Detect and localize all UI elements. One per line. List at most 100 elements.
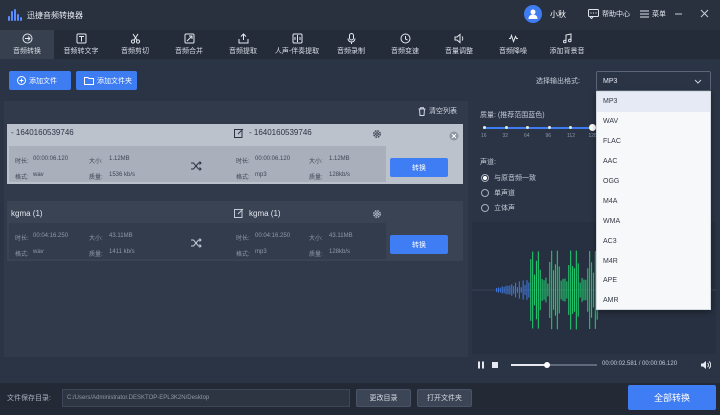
quality-value: 1411 kb/s (109, 249, 135, 255)
remove-icon[interactable] (449, 131, 459, 141)
tab-audio-cut[interactable]: 音频剪切 (108, 30, 162, 59)
tab-add-background-music[interactable]: 添加背景音 (540, 30, 594, 59)
quality-tick-label: 16 (481, 133, 487, 139)
convert-all-button[interactable]: 全部转换 (628, 385, 716, 410)
waveform-bar (589, 250, 591, 330)
waveform-bar (539, 269, 541, 311)
waveform-bar (524, 285, 526, 295)
save-directory-label: 文件保存目录: (7, 395, 51, 402)
edit-icon[interactable] (234, 128, 244, 138)
format-option-wav[interactable]: WAV (597, 112, 710, 132)
quality-tick-label: 112 (567, 133, 575, 139)
out-size-value: 1.12MB (329, 156, 350, 162)
quality-tick[interactable] (504, 126, 508, 129)
waveform-bar (583, 279, 585, 301)
merge-icon (184, 33, 194, 44)
waveform-bar (496, 288, 498, 292)
output-format-select[interactable]: MP3 (596, 71, 711, 91)
file-row[interactable]: kgma (1) kgma (1) 时长: 00:04:16.250 大小: 4… (7, 201, 463, 261)
duration-label: 时长: (15, 236, 29, 242)
tab-noise-reduction[interactable]: 音频降噪 (486, 30, 540, 59)
waveform-bar (503, 286, 505, 294)
waveform-bar (507, 285, 509, 295)
file-row[interactable]: - 1640160539746 - 1640160539746 时长: 00:0… (7, 124, 463, 184)
add-file-button[interactable]: 添加文件 (9, 71, 71, 90)
chat-icon (588, 9, 599, 19)
menu-button[interactable]: 菜单 (640, 9, 666, 19)
change-directory-button[interactable]: 更改目录 (356, 389, 411, 407)
format-option-ogg[interactable]: OGG (597, 172, 710, 192)
radio-icon (481, 204, 489, 212)
save-path-field[interactable]: C:/Users/Administrator.DESKTOP-EPL3K2N/D… (62, 389, 350, 407)
out-quality-value: 128kb/s (329, 249, 351, 255)
channel-option-original[interactable]: 与原音频一致 (481, 173, 536, 183)
tab-audio-to-text[interactable]: 音频转文字 (54, 30, 108, 59)
tab-audio-merge[interactable]: 音频合并 (162, 30, 216, 59)
pause-icon[interactable] (477, 361, 485, 369)
tab-vocal-accompaniment[interactable]: 人声-伴奏提取 (270, 30, 324, 59)
size-label: 大小: (89, 159, 103, 165)
format-option-ape[interactable]: APE (597, 271, 710, 291)
format-option-m4r[interactable]: M4R (597, 251, 710, 271)
clear-list-button[interactable]: 清空列表 (418, 106, 457, 116)
tab-label: 添加背景音 (549, 48, 585, 55)
tab-audio-speed[interactable]: 音频变速 (378, 30, 432, 59)
open-folder-button[interactable]: 打开文件夹 (417, 389, 472, 407)
format-option-ac3[interactable]: AC3 (597, 231, 710, 251)
waveform-bar (556, 250, 558, 330)
quality-tick[interactable] (526, 126, 529, 129)
tab-volume-adjust[interactable]: 音量调整 (432, 30, 486, 59)
waveform-bar (549, 261, 551, 319)
stop-icon[interactable] (491, 361, 499, 369)
channel-option-mono[interactable]: 单声道 (481, 188, 515, 198)
waveform-bar (570, 250, 572, 330)
quality-tick[interactable] (547, 126, 551, 129)
format-option-amr[interactable]: AMR (597, 291, 710, 311)
playback-progress[interactable] (511, 362, 597, 368)
avatar[interactable] (524, 5, 542, 23)
help-center-button[interactable]: 帮助中心 (588, 9, 630, 19)
out-format-value: mp3 (255, 249, 267, 255)
waveform-bar (534, 274, 536, 306)
tab-label: 音频变速 (391, 48, 419, 55)
waveform-bar (573, 268, 575, 312)
quality-slider-handle[interactable] (588, 124, 596, 131)
tab-label: 音频转文字 (63, 48, 99, 55)
format-option-flac[interactable]: FLAC (597, 132, 710, 152)
tab-label: 音频降噪 (499, 48, 527, 55)
add-folder-button[interactable]: 添加文件夹 (76, 71, 137, 90)
clear-list-label: 清空列表 (429, 108, 457, 115)
edit-icon[interactable] (234, 208, 244, 218)
tab-audio-convert[interactable]: 音频转换 (0, 30, 54, 59)
format-option-mp3[interactable]: MP3 (597, 92, 710, 112)
extract-icon (238, 33, 248, 44)
microphone-icon (347, 33, 355, 44)
quality-tick[interactable] (483, 126, 486, 129)
convert-button[interactable]: 转换 (390, 235, 448, 254)
channel-option-label: 立体声 (494, 205, 515, 212)
username: 小秋 (550, 9, 566, 19)
tab-audio-record[interactable]: 音频录制 (324, 30, 378, 59)
minimize-button[interactable] (671, 6, 685, 20)
format-option-aac[interactable]: AAC (597, 152, 710, 172)
menu-label: 菜单 (652, 11, 666, 18)
waveform-bar (592, 272, 594, 308)
waveform-bar (501, 286, 503, 294)
convert-button[interactable]: 转换 (390, 158, 448, 177)
format-option-m4a[interactable]: M4A (597, 191, 710, 211)
waveform-bar (591, 262, 593, 318)
tab-label: 人声-伴奏提取 (274, 48, 320, 55)
shuffle-icon (191, 161, 202, 171)
channel-option-stereo[interactable]: 立体声 (481, 203, 515, 213)
waveform-bar (518, 281, 520, 299)
settings-gear-icon[interactable] (372, 209, 382, 219)
user-account[interactable]: 小秋 (524, 5, 566, 23)
quality-tick[interactable] (569, 126, 572, 129)
tab-audio-extract[interactable]: 音频提取 (216, 30, 270, 59)
output-format-value: MP3 (603, 77, 618, 85)
close-button[interactable] (697, 6, 711, 20)
settings-gear-icon[interactable] (372, 129, 382, 139)
volume-icon[interactable] (700, 360, 711, 370)
format-option-wma[interactable]: WMA (597, 211, 710, 231)
add-folder-label: 添加文件夹 (97, 77, 132, 85)
